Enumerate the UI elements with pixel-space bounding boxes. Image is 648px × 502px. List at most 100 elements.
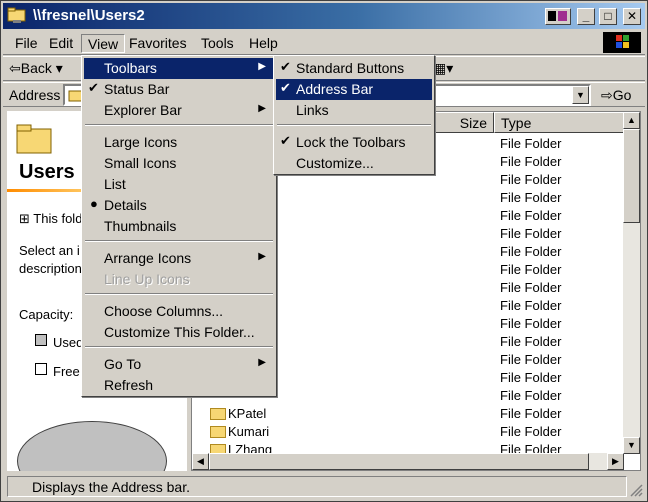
menu-separator	[85, 293, 273, 295]
menu-help[interactable]: Help	[243, 34, 284, 53]
menu-item-lock-toolbars[interactable]: ✔ Lock the Toolbars	[276, 132, 432, 153]
list-item-type[interactable]: File Folder	[500, 280, 561, 295]
menu-separator	[85, 346, 273, 348]
menu-item-links[interactable]: Links	[276, 100, 432, 121]
list-item-type[interactable]: File Folder	[500, 388, 561, 403]
status-text: Displays the Address bar.	[7, 476, 627, 497]
go-button[interactable]: ⇨Go	[601, 87, 631, 104]
view-menu: Toolbars ▶ ✔ Status Bar Explorer Bar ▶ Larg…	[81, 55, 277, 397]
menu-item-large-icons[interactable]: Large Icons	[84, 132, 274, 153]
menu-item-details[interactable]: ● Details	[84, 195, 274, 216]
back-button[interactable]: ⇦Back ▾	[9, 60, 63, 77]
menu-item-status-bar[interactable]: ✔ Status Bar	[84, 79, 274, 100]
horizontal-scrollbar[interactable]: ◀ ▶	[192, 453, 624, 470]
menu-separator	[85, 124, 273, 126]
horizontal-scroll-thumb[interactable]	[209, 453, 589, 470]
list-item-type[interactable]: File Folder	[500, 208, 561, 223]
menu-item-line-up-icons: Line Up Icons	[104, 271, 190, 287]
list-item-type[interactable]: File Folder	[500, 316, 561, 331]
submenu-arrow-icon: ▶	[258, 103, 266, 114]
list-item-type[interactable]: File Folder	[500, 406, 561, 421]
used-label: Used	[53, 335, 84, 350]
select-item-text-2: description	[19, 261, 82, 276]
window-title: \\fresnel\Users2	[33, 7, 145, 24]
vertical-scrollbar[interactable]: ▲ ▼	[623, 112, 640, 454]
submenu-arrow-icon: ▶	[258, 357, 266, 368]
fast-user-switch-icon[interactable]	[545, 8, 571, 25]
menu-edit[interactable]: Edit	[43, 34, 79, 53]
list-item-type[interactable]: File Folder	[500, 136, 561, 151]
list-item-type[interactable]: File Folder	[500, 226, 561, 241]
menu-item-customize[interactable]: Customize...	[276, 153, 432, 174]
vertical-scroll-thumb[interactable]	[623, 129, 640, 223]
windows-logo-icon	[603, 32, 641, 53]
folder-title: Users	[19, 161, 75, 183]
list-item-type[interactable]: File Folder	[500, 244, 561, 259]
scroll-down-button[interactable]: ▼	[623, 437, 640, 454]
menu-tools[interactable]: Tools	[195, 34, 240, 53]
minimize-button[interactable]: _	[577, 8, 595, 25]
menu-item-toolbars[interactable]: Toolbars ▶	[84, 58, 274, 79]
list-item-type[interactable]: File Folder	[500, 154, 561, 169]
menu-item-refresh[interactable]: Refresh	[84, 375, 274, 396]
this-folder-text: ⊞ This fold	[19, 211, 83, 226]
menu-item-standard-buttons[interactable]: ✔ Standard Buttons	[276, 58, 432, 79]
close-button[interactable]: ✕	[623, 8, 641, 25]
back-arrow-icon: ⇦	[9, 60, 21, 76]
list-item-type[interactable]: File Folder	[500, 172, 561, 187]
scroll-right-button[interactable]: ▶	[607, 453, 624, 470]
menu-separator	[85, 240, 273, 242]
views-button[interactable]: ▦▾	[433, 60, 453, 77]
menu-view[interactable]: View	[81, 34, 126, 53]
menu-favorites[interactable]: Favorites	[123, 34, 193, 53]
menu-item-thumbnails[interactable]: Thumbnails	[84, 216, 274, 237]
check-icon: ✔	[280, 59, 291, 74]
menu-item-small-icons[interactable]: Small Icons	[84, 153, 274, 174]
used-legend-box	[35, 334, 47, 346]
expand-icon[interactable]: ⊞	[19, 211, 30, 226]
select-item-text-1: Select an i	[19, 243, 80, 258]
list-item-type[interactable]: File Folder	[500, 370, 561, 385]
list-item-type[interactable]: File Folder	[500, 424, 561, 439]
capacity-pie-chart	[17, 421, 167, 471]
resize-grip-icon[interactable]	[629, 483, 643, 497]
menu-item-go-to[interactable]: Go To ▶	[84, 354, 274, 375]
list-item-type[interactable]: File Folder	[500, 190, 561, 205]
go-arrow-icon: ⇨	[601, 87, 613, 103]
check-icon: ✔	[280, 80, 291, 95]
scroll-up-button[interactable]: ▲	[623, 112, 640, 129]
submenu-arrow-icon: ▶	[258, 61, 266, 72]
menu-separator	[277, 124, 431, 126]
check-icon: ✔	[88, 80, 99, 95]
menu-item-arrange-icons[interactable]: Arrange Icons ▶	[84, 248, 274, 269]
menu-item-explorer-bar[interactable]: Explorer Bar ▶	[84, 100, 274, 121]
menu-item-address-bar[interactable]: ✔ Address Bar	[276, 79, 432, 100]
maximize-button[interactable]: □	[599, 8, 617, 25]
menu-file[interactable]: File	[9, 34, 44, 53]
capacity-label: Capacity:	[19, 307, 74, 322]
check-icon: ✔	[280, 133, 291, 148]
free-label: Free	[53, 364, 80, 379]
folder-icon	[210, 408, 226, 420]
bullet-icon: ●	[90, 196, 98, 211]
title-bar[interactable]: \\fresnel\Users2 _ □ ✕	[3, 3, 645, 29]
list-item-type[interactable]: File Folder	[500, 262, 561, 277]
large-folder-icon	[16, 124, 52, 154]
list-item-kumari[interactable]: Kumari	[228, 424, 269, 439]
menu-item-list[interactable]: List	[84, 174, 274, 195]
list-item-kpatel[interactable]: KPatel	[228, 406, 266, 421]
menu-item-customize-folder[interactable]: Customize This Folder...	[84, 322, 274, 343]
free-legend-box	[35, 363, 47, 375]
scroll-left-button[interactable]: ◀	[192, 453, 209, 470]
folder-icon	[210, 426, 226, 438]
column-type[interactable]: Type	[494, 112, 624, 133]
list-item-type[interactable]: File Folder	[500, 298, 561, 313]
list-item-type[interactable]: File Folder	[500, 334, 561, 349]
network-folder-icon	[7, 7, 26, 23]
toolbars-submenu: ✔ Standard Buttons ✔ Address Bar Links ✔ Lo…	[273, 55, 435, 175]
address-label: Address	[9, 87, 61, 103]
menu-item-choose-columns[interactable]: Choose Columns...	[84, 301, 274, 322]
address-dropdown-button[interactable]: ▼	[572, 86, 589, 104]
list-item-type[interactable]: File Folder	[500, 352, 561, 367]
explorer-window: \\fresnel\Users2 _ □ ✕ File Edit View Fa…	[0, 0, 648, 502]
